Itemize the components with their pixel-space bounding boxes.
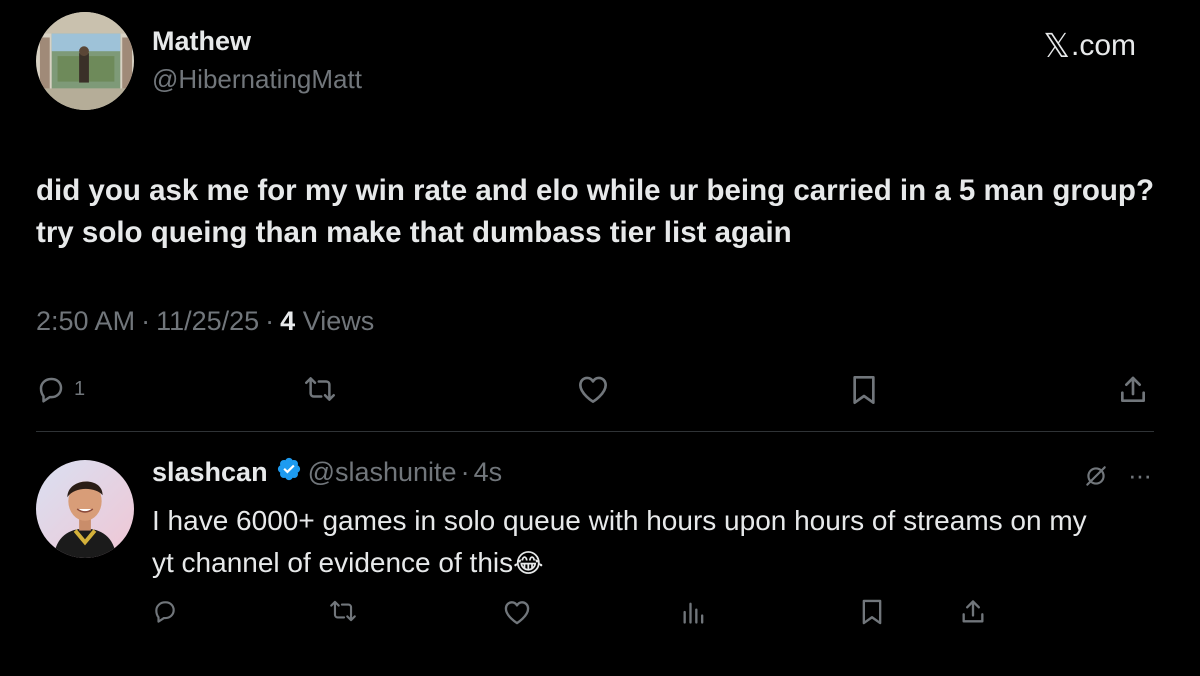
x-logo-icon: 𝕏 [1043,27,1070,64]
tweet-date[interactable]: 11/25/25 [156,306,259,336]
reply-header: slashcan @slashunite · 4s [152,456,502,489]
like-icon [504,601,530,625]
views-label: Views [302,306,375,336]
reply-icon [39,377,63,403]
meta-separator: · [141,306,151,336]
share-icon [1121,376,1145,402]
brand-suffix: .com [1070,28,1136,62]
reply-author-handle[interactable]: @slashunite [308,457,457,488]
reply-bookmark-button[interactable] [860,598,884,626]
bookmark-button[interactable] [850,374,878,406]
reply-separator: · [460,457,470,487]
reply-count: 1 [74,377,86,400]
author-avatar[interactable] [36,12,134,110]
reply-reply-button[interactable] [152,598,178,624]
retweet-icon [330,600,356,622]
reply-text-body: I have 6000+ games in solo queue with ho… [152,505,1087,578]
x-com-logo: 𝕏 .com [1043,26,1136,65]
like-button[interactable] [577,374,609,404]
author-handle[interactable]: @HibernatingMatt [152,64,362,95]
reply-text: I have 6000+ games in solo queue with ho… [152,500,1112,584]
divider [36,431,1154,432]
tweet-meta: 2:50 AM · 11/25/25 · 4 Views [36,306,374,337]
views-count: 4 [280,306,296,336]
meta-separator: · [265,306,275,336]
reply-retweet-button[interactable] [328,598,358,624]
reply-author-name[interactable]: slashcan [152,457,268,488]
verified-badge-icon [276,456,302,489]
analytics-icon [683,602,704,624]
bookmark-icon [853,376,875,404]
retweet-icon [305,377,335,401]
reply-share-button[interactable] [960,598,986,626]
laughing-emoji: 😂 [513,548,544,578]
bookmark-icon [862,599,882,625]
retweet-button[interactable] [302,374,338,404]
reply-icon [155,601,175,623]
tweet-text: did you ask me for my win rate and elo w… [36,174,1154,249]
reply-author-avatar[interactable] [36,460,134,558]
share-icon [962,600,984,623]
author-name[interactable]: Mathew [152,26,251,57]
reply-like-button[interactable] [503,599,531,625]
tweet-time[interactable]: 2:50 AM [36,306,135,336]
grok-icon[interactable] [1083,463,1109,494]
like-icon [579,376,607,403]
more-icon[interactable]: ··· [1128,460,1152,491]
reply-button[interactable]: 1 [36,374,85,404]
reply-analytics-button[interactable] [681,598,707,626]
share-button[interactable] [1118,374,1148,406]
reply-time[interactable]: 4s [474,457,503,488]
